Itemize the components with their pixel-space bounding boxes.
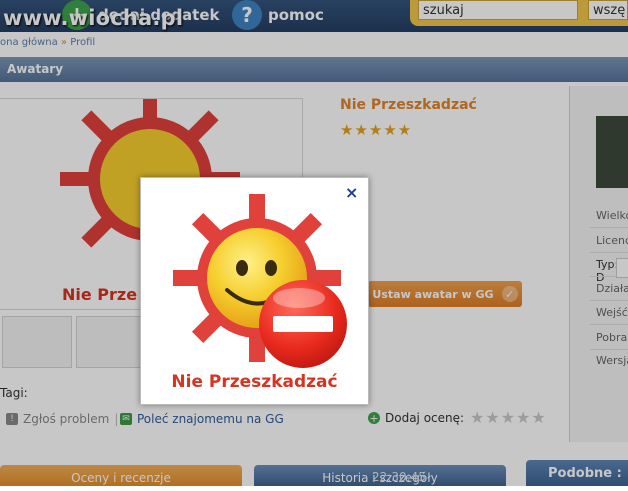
modal-caption: Nie Przeszkadzać [171, 372, 338, 392]
avatar-preview-modal: × Nie Przeszkadzać [140, 177, 369, 405]
block-icon [259, 280, 347, 368]
avatar-large-image [173, 194, 347, 368]
